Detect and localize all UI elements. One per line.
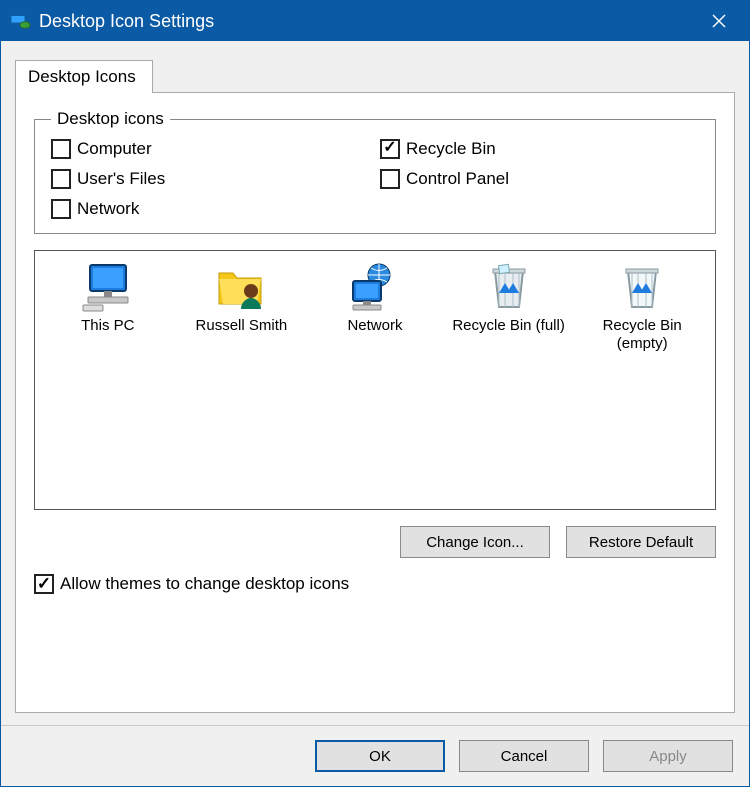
preview-this-pc[interactable]: This PC (48, 263, 168, 335)
user-folder-icon (213, 263, 269, 313)
checkbox-box (51, 139, 71, 159)
icon-preview-list: This PC Russell Smith (34, 250, 716, 510)
tabstrip: Desktop Icons (15, 59, 735, 93)
checkbox-box (51, 169, 71, 189)
recycle-bin-full-icon (481, 263, 537, 313)
checkbox-label: Network (77, 199, 139, 219)
checkbox-allow-themes[interactable]: ✓ Allow themes to change desktop icons (34, 574, 716, 594)
checkbox-control-panel[interactable]: Control Panel (380, 169, 699, 189)
preview-label: Russell Smith (196, 317, 288, 335)
preview-label: Recycle Bin (empty) (582, 317, 702, 353)
checkbox-box (380, 169, 400, 189)
checkbox-label: Control Panel (406, 169, 509, 189)
change-icon-button[interactable]: Change Icon... (400, 526, 550, 558)
network-icon (347, 263, 403, 313)
preview-user-folder[interactable]: Russell Smith (181, 263, 301, 335)
checkbox-label: Computer (77, 139, 152, 159)
ok-button[interactable]: OK (315, 740, 445, 772)
checkbox-box (51, 199, 71, 219)
apply-button[interactable]: Apply (603, 740, 733, 772)
window-title: Desktop Icon Settings (39, 11, 697, 32)
tab-desktop-icons[interactable]: Desktop Icons (15, 60, 153, 93)
this-pc-icon (80, 263, 136, 313)
group-desktop-icons: Desktop icons Computer Recycle Bin User'… (34, 109, 716, 234)
preview-recycle-bin-empty[interactable]: Recycle Bin (empty) (582, 263, 702, 353)
dialog-window: Desktop Icon Settings Desktop Icons Desk… (0, 0, 750, 787)
checkbox-label: User's Files (77, 169, 165, 189)
checkbox-label: Allow themes to change desktop icons (60, 574, 349, 594)
preview-label: Network (347, 317, 402, 335)
dialog-footer: OK Cancel Apply (1, 725, 749, 786)
tabpage: Desktop icons Computer Recycle Bin User'… (15, 93, 735, 713)
restore-default-button[interactable]: Restore Default (566, 526, 716, 558)
preview-recycle-bin-full[interactable]: Recycle Bin (full) (449, 263, 569, 335)
titlebar: Desktop Icon Settings (1, 1, 749, 41)
checkbox-users-files[interactable]: User's Files (51, 169, 370, 189)
preview-network[interactable]: Network (315, 263, 435, 335)
cancel-button[interactable]: Cancel (459, 740, 589, 772)
icon-action-row: Change Icon... Restore Default (34, 526, 716, 558)
checkbox-network[interactable]: Network (51, 199, 370, 219)
app-icon (9, 10, 31, 32)
checkbox-computer[interactable]: Computer (51, 139, 370, 159)
checkbox-label: Recycle Bin (406, 139, 496, 159)
preview-label: Recycle Bin (full) (452, 317, 565, 335)
checkbox-box (380, 139, 400, 159)
checkbox-box: ✓ (34, 574, 54, 594)
checkbox-recycle-bin[interactable]: Recycle Bin (380, 139, 699, 159)
preview-label: This PC (81, 317, 134, 335)
client-area: Desktop Icons Desktop icons Computer Rec… (1, 41, 749, 725)
close-button[interactable] (697, 1, 741, 41)
recycle-bin-empty-icon (614, 263, 670, 313)
group-legend: Desktop icons (51, 109, 170, 129)
